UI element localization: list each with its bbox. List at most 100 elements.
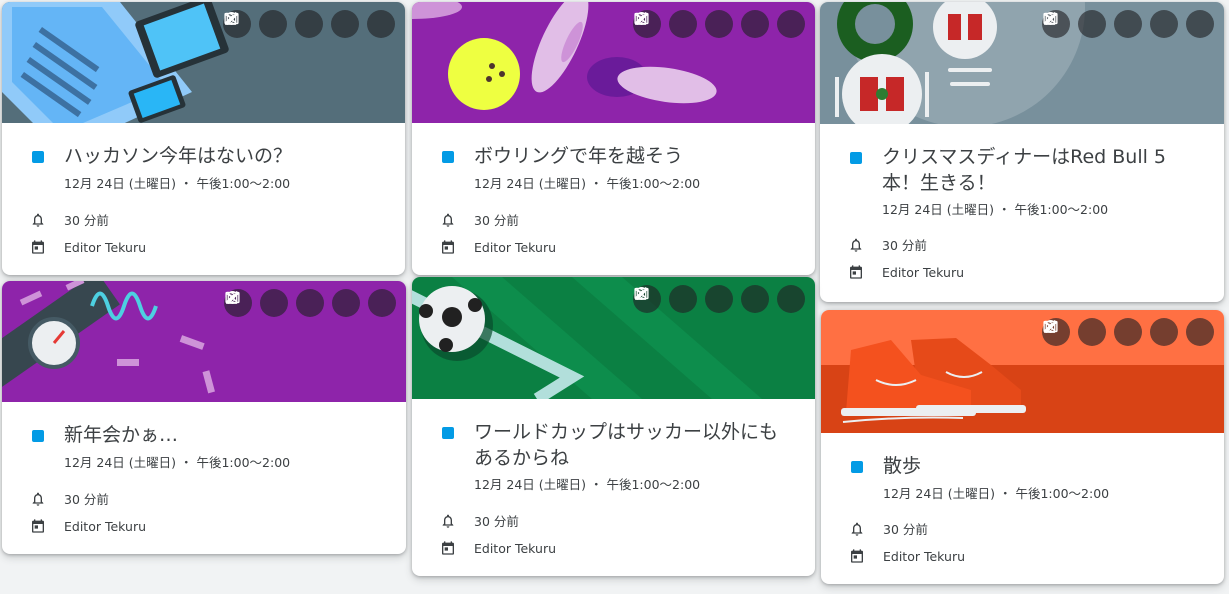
close-button[interactable] [636,10,805,38]
email-button[interactable] [634,10,733,38]
event-datetime: 12月 24日 (土曜日) ・ 午後1:00～2:00 [474,176,701,191]
reminder-row: 30 分前 [848,235,927,254]
bell-icon [442,213,454,227]
banner-newyear-illustration [2,281,406,402]
close-icon [1045,321,1056,332]
event-card-christmas: クリスマスディナーはRed Bull 5本！生きる！ 12月 24日 (土曜日)… [820,2,1224,302]
bell-icon [851,522,863,536]
reminder-row: 30 分前 [440,511,519,530]
event-card-bowling: ボウリングで年を越そう 12月 24日 (土曜日) ・ 午後1:00～2:00 … [412,2,815,275]
banner-sneakers-illustration [821,310,1224,433]
more-options-button[interactable] [1049,318,1178,346]
calendar-row: Editor Tekuru [440,239,556,255]
calendar-name: Editor Tekuru [64,518,147,534]
close-button[interactable] [636,285,805,313]
calendar-name: Editor Tekuru [882,264,965,280]
event-datetime: 12月 24日 (土曜日) ・ 午後1:00～2:00 [882,202,1109,217]
delete-button[interactable] [1044,318,1106,346]
calendar-color-swatch [850,152,862,164]
calendar-color-swatch [851,461,863,473]
bell-icon [850,238,862,252]
close-icon [226,13,237,24]
delete-button[interactable] [225,10,287,38]
more-options-button[interactable] [640,285,769,313]
event-datetime: 12月 24日 (土曜日) ・ 午後1:00～2:00 [883,486,1110,501]
more-options-button[interactable] [1049,10,1178,38]
event-title: ワールドカップはサッカー以外にもあるからね [474,421,779,469]
banner-bowling-illustration [412,2,815,123]
reminder-text: 30 分前 [474,514,519,529]
close-button[interactable] [1045,318,1214,346]
reminder-row: 30 分前 [849,519,928,538]
delete-button[interactable] [1044,10,1106,38]
more-options-button[interactable] [640,10,769,38]
bell-icon [442,514,454,528]
reminder-text: 30 分前 [882,238,927,253]
banner-soccer-illustration [412,277,815,399]
event-datetime: 12月 24日 (土曜日) ・ 午後1:00～2:00 [64,455,291,470]
calendar-icon [442,240,454,254]
calendar-row: Editor Tekuru [30,239,146,255]
event-details: ワールドカップはサッカー以外にもあるからね 12月 24日 (土曜日) ・ 午後… [412,399,815,576]
delete-button[interactable] [635,285,697,313]
calendar-name: Editor Tekuru [883,548,966,564]
close-button[interactable] [226,10,395,38]
event-card-newyear: 新年会かぁ… 12月 24日 (土曜日) ・ 午後1:00～2:00 30 分前… [2,281,406,554]
calendar-icon [442,541,454,555]
calendar-row: Editor Tekuru [30,518,146,534]
calendar-color-swatch [442,151,454,163]
reminder-text: 30 分前 [64,492,109,507]
bell-icon [32,213,44,227]
calendar-name: Editor Tekuru [474,540,557,556]
event-details: クリスマスディナーはRed Bull 5本！生きる！ 12月 24日 (土曜日)… [820,124,1224,302]
calendar-color-swatch [442,427,454,439]
calendar-icon [32,519,44,533]
close-icon [636,13,647,24]
calendar-icon [850,265,862,279]
banner-laptop-illustration [2,2,405,123]
reminder-row: 30 分前 [30,489,109,508]
calendar-icon [32,240,44,254]
more-options-button[interactable] [230,10,359,38]
calendar-color-swatch [32,151,44,163]
calendar-row: Editor Tekuru [849,548,965,564]
event-title: クリスマスディナーはRed Bull 5本！生きる！ [882,146,1167,194]
reminder-text: 30 分前 [474,213,519,228]
reminder-text: 30 分前 [883,522,928,537]
close-icon [1045,13,1056,24]
event-datetime: 12月 24日 (土曜日) ・ 午後1:00～2:00 [474,477,701,492]
email-button[interactable] [1043,10,1142,38]
event-datetime: 12月 24日 (土曜日) ・ 午後1:00～2:00 [64,176,291,191]
event-card-soccer: ワールドカップはサッカー以外にもあるからね 12月 24日 (土曜日) ・ 午後… [412,277,815,576]
event-card-hackathon: ハッカソン今年はないの？ 12月 24日 (土曜日) ・ 午後1:00～2:00… [2,2,405,275]
event-details: ハッカソン今年はないの？ 12月 24日 (土曜日) ・ 午後1:00～2:00… [2,123,405,275]
calendar-row: Editor Tekuru [440,540,556,556]
banner-christmas-dinner-illustration [820,2,1224,124]
reminder-row: 30 分前 [30,210,109,229]
delete-button[interactable] [635,10,697,38]
event-title: ハッカソン今年はないの？ [64,145,293,167]
more-options-button[interactable] [231,289,360,317]
bell-icon [32,492,44,506]
close-icon [636,288,647,299]
delete-button[interactable] [226,289,288,317]
close-button[interactable] [227,289,396,317]
calendar-icon [851,549,863,563]
email-button[interactable] [634,285,733,313]
email-button[interactable] [225,289,324,317]
calendar-name: Editor Tekuru [474,239,557,255]
calendar-color-swatch [32,430,44,442]
close-button[interactable] [1045,10,1214,38]
calendar-row: Editor Tekuru [848,264,964,280]
event-title: 散歩 [883,455,922,477]
reminder-row: 30 分前 [440,210,519,229]
event-title: 新年会かぁ… [64,424,179,446]
close-icon [227,292,238,303]
email-button[interactable] [224,10,323,38]
event-card-walk: 散歩 12月 24日 (土曜日) ・ 午後1:00～2:00 30 分前 Edi… [821,310,1224,584]
email-button[interactable] [1043,318,1142,346]
reminder-text: 30 分前 [64,213,109,228]
event-details: 散歩 12月 24日 (土曜日) ・ 午後1:00～2:00 30 分前 Edi… [821,433,1224,584]
event-details: ボウリングで年を越そう 12月 24日 (土曜日) ・ 午後1:00～2:00 … [412,123,815,275]
event-details: 新年会かぁ… 12月 24日 (土曜日) ・ 午後1:00～2:00 30 分前… [2,402,406,554]
